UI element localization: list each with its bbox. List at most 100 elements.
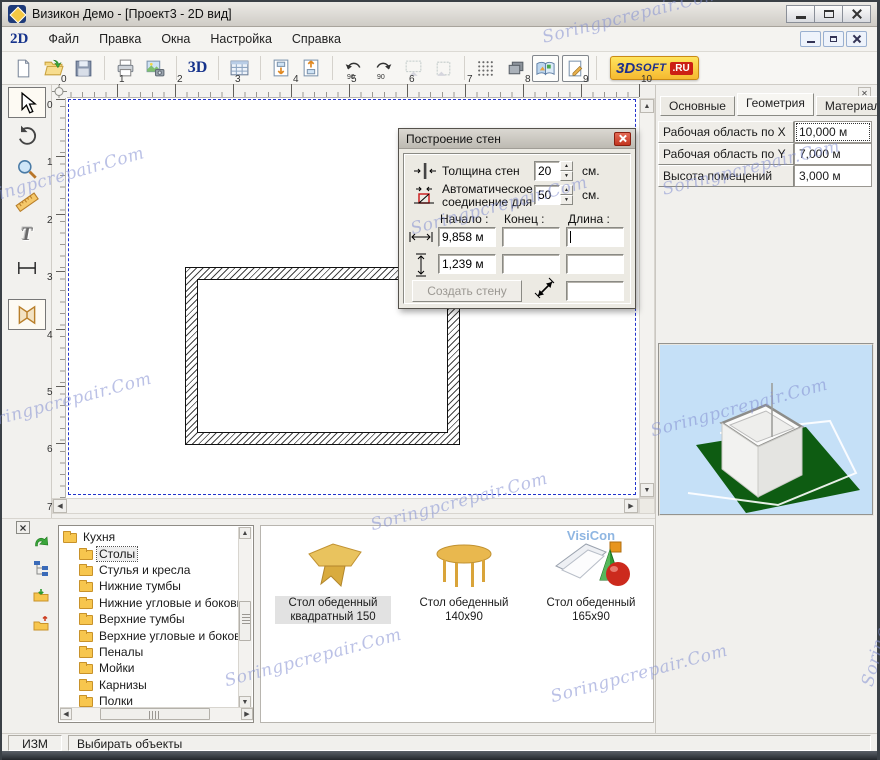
property-label[interactable]: Рабочая область по Y <box>658 143 794 165</box>
undo-arrow-button[interactable] <box>30 529 52 551</box>
length-total-input[interactable] <box>566 281 624 301</box>
tree-item-label: Карнизы <box>99 677 147 692</box>
flip-vertical-button[interactable] <box>430 55 457 82</box>
tree-item-Нижние тумбы[interactable]: Нижние тумбы <box>63 578 238 594</box>
tree-item-Верхние угловые и боковые[interactable]: Верхние угловые и боковые <box>63 627 238 643</box>
length-x-input[interactable] <box>566 227 624 247</box>
property-label[interactable]: Рабочая область по X <box>658 121 794 143</box>
save-button[interactable] <box>70 55 97 82</box>
zoom-tool[interactable] <box>8 153 46 184</box>
export-image-button[interactable] <box>142 55 169 82</box>
thickness-down-button[interactable]: ▼ <box>560 171 573 181</box>
menu-Файл[interactable]: Файл <box>38 29 89 49</box>
mdi-restore-button[interactable] <box>823 31 844 47</box>
start-y-input[interactable] <box>438 254 496 274</box>
tree-scroll-up[interactable]: ▲ <box>239 527 251 539</box>
tree-scroll-left[interactable]: ◀ <box>60 708 72 720</box>
view-3d-button[interactable]: 3D <box>184 55 211 82</box>
canvas-horizontal-scrollbar[interactable]: ◀ ▶ <box>52 498 639 514</box>
scroll-down-button[interactable]: ▼ <box>640 483 654 497</box>
mdi-close-button[interactable] <box>846 31 867 47</box>
tree-item-Полки[interactable]: Полки <box>63 693 238 707</box>
dialog-close-button[interactable] <box>614 131 631 146</box>
menu-items: Файл Правка Окна Настройка Справка <box>38 29 351 49</box>
tree-view-icon <box>32 559 50 577</box>
property-label[interactable]: Высота помещений <box>658 165 794 187</box>
tab-Геометрия[interactable]: Геометрия <box>736 93 814 116</box>
print-button[interactable] <box>112 55 139 82</box>
tab-Основные[interactable]: Основные <box>660 96 735 116</box>
visicon-logo-icon: VisiCon <box>529 528 653 590</box>
catalog-close-button[interactable] <box>16 521 30 534</box>
tree-item-Карнизы[interactable]: Карнизы <box>63 677 238 693</box>
end-x-input[interactable] <box>502 227 560 247</box>
maximize-button[interactable] <box>814 5 843 23</box>
tree-item-Стулья и кресла[interactable]: Стулья и кресла <box>63 562 238 578</box>
canvas-vertical-scrollbar[interactable]: ▲ ▼ <box>639 98 655 498</box>
menu-Окна[interactable]: Окна <box>151 29 200 49</box>
menu-Справка[interactable]: Справка <box>282 29 351 49</box>
tree-hscroll-thumb[interactable] <box>100 708 210 720</box>
tab-Материалы[interactable]: Материалы <box>815 96 880 116</box>
thickness-value-input[interactable] <box>534 161 560 181</box>
property-value[interactable]: 3,000 м <box>794 165 872 187</box>
import-folder-button[interactable] <box>30 585 52 607</box>
scroll-right-button[interactable]: ▶ <box>624 499 638 513</box>
dimension-tool[interactable] <box>8 252 46 283</box>
start-x-input[interactable] <box>438 227 496 247</box>
scroll-left-button[interactable]: ◀ <box>53 499 67 513</box>
undo-tool[interactable] <box>8 120 46 151</box>
catalog-item-2[interactable]: VisiCon Стол обеденный 165x90 <box>529 528 653 624</box>
length-y-input[interactable] <box>566 254 624 274</box>
export-object-button[interactable] <box>298 55 325 82</box>
minimize-button[interactable] <box>786 5 815 23</box>
auto-connect-up-button[interactable]: ▲ <box>560 185 573 195</box>
measure-ruler-tool[interactable] <box>8 186 46 217</box>
thickness-up-button[interactable]: ▲ <box>560 161 573 171</box>
menu-Правка[interactable]: Правка <box>89 29 151 49</box>
new-document-button[interactable] <box>10 55 37 82</box>
catalog-book-button[interactable] <box>532 54 559 82</box>
snap-grid-button[interactable] <box>472 55 499 82</box>
wall-tool[interactable] <box>7 299 46 330</box>
tree-item-Пеналы[interactable]: Пеналы <box>63 644 238 660</box>
create-wall-button[interactable]: Создать стену <box>412 280 522 302</box>
catalog-tree: Кухня Столы Стулья и кресла Нижние тумбы Ниж… <box>58 525 254 723</box>
rotate-right-90-button[interactable]: 90 <box>370 55 397 82</box>
tree-item-Нижние угловые и боковые[interactable]: Нижние угловые и боковые <box>63 595 238 611</box>
tree-view-button[interactable] <box>30 557 52 579</box>
tree-item-label: Верхние угловые и боковые <box>99 628 238 643</box>
tree-root[interactable]: Кухня <box>63 529 238 545</box>
auto-connect-value-input[interactable] <box>534 185 560 205</box>
dialog-title-bar[interactable]: Построение стен <box>399 129 635 149</box>
catalog-item-1[interactable]: Стол обеденный 140x90 <box>403 532 525 624</box>
end-y-input[interactable] <box>502 254 560 274</box>
tree-scroll-thumb[interactable] <box>239 601 251 641</box>
property-value[interactable]: 10,000 м <box>794 121 872 143</box>
scroll-up-button[interactable]: ▲ <box>640 99 654 113</box>
close-button[interactable] <box>842 5 871 23</box>
menu-Настройка[interactable]: Настройка <box>200 29 282 49</box>
mdi-minimize-button[interactable] <box>800 31 821 47</box>
text-tool[interactable]: T <box>8 219 46 250</box>
tree-item-Верхние тумбы[interactable]: Верхние тумбы <box>63 611 238 627</box>
document-2d-icon[interactable]: 2D <box>10 31 28 48</box>
3d-preview[interactable] <box>658 343 874 516</box>
property-value[interactable]: 7,000 м <box>794 143 872 165</box>
tree-item-Столы[interactable]: Столы <box>63 545 238 562</box>
properties-tabs: ОсновныеГеометрияМатериалы <box>660 93 880 116</box>
auto-connect-unit: см. <box>582 188 600 202</box>
tree-scroll-right[interactable]: ▶ <box>241 708 253 720</box>
import-object-button[interactable] <box>268 55 295 82</box>
tree-vertical-scrollbar[interactable]: ▲ ▼ <box>238 527 252 708</box>
select-cursor-tool[interactable] <box>7 87 46 118</box>
3dsoft-logo-text-2: .RU <box>669 61 693 75</box>
export-folder-button[interactable] <box>30 613 52 635</box>
auto-connect-down-button[interactable]: ▼ <box>560 195 573 205</box>
catalog-item-0[interactable]: Стол обеденный квадратный 150 <box>275 532 391 624</box>
tree-horizontal-scrollbar[interactable]: ◀ ▶ <box>60 707 253 721</box>
3dsoft-logo[interactable]: 3D SOFT .RU <box>610 56 699 80</box>
tree-item-Мойки[interactable]: Мойки <box>63 660 238 676</box>
folder-icon <box>79 596 93 609</box>
catalog-items: Стол обеденный квадратный 150 Стол обеден… <box>260 525 654 723</box>
